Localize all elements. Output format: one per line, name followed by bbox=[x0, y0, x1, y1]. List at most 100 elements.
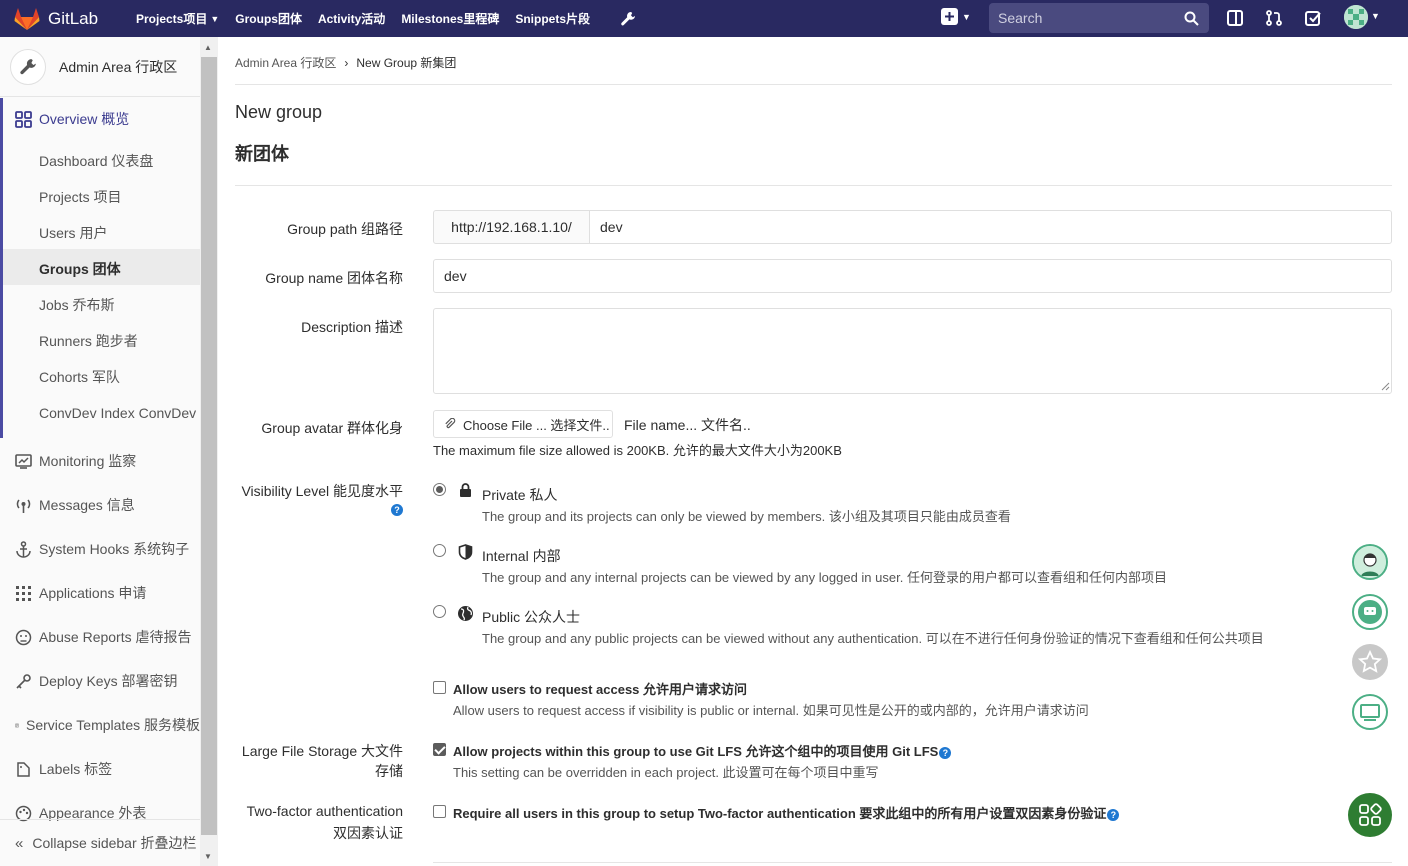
template-icon bbox=[15, 723, 19, 727]
sidebar-item-convdev[interactable]: ConvDev Index ConvDev 索引 bbox=[39, 403, 199, 423]
collapse-sidebar-button[interactable]: « Collapse sidebar 折叠边栏 bbox=[0, 819, 200, 866]
sidebar-item-runners[interactable]: Runners 跑步者 bbox=[39, 331, 138, 351]
visibility-private-radio[interactable] bbox=[433, 483, 446, 496]
help-question-icon[interactable]: ? bbox=[1107, 808, 1120, 821]
resize-handle-icon[interactable] bbox=[1380, 381, 1390, 391]
request-access-checkbox[interactable] bbox=[433, 681, 446, 694]
double-chevron-left-icon: « bbox=[15, 834, 24, 852]
sidebar-item-system-hooks[interactable]: System Hooks 系统钩子 bbox=[15, 539, 189, 559]
star-icon bbox=[1357, 649, 1383, 673]
float-chat-button[interactable] bbox=[1352, 594, 1388, 630]
new-dropdown-button[interactable]: ▼ bbox=[941, 8, 971, 25]
choose-file-button[interactable]: Choose File ... 选择文件.. bbox=[433, 410, 613, 438]
gitlab-logo[interactable]: GitLab bbox=[14, 7, 124, 31]
paperclip-icon bbox=[445, 418, 456, 429]
group-name-label: Group name 团体名称 bbox=[265, 270, 403, 286]
float-apps-button[interactable] bbox=[1348, 793, 1392, 837]
visibility-public-radio[interactable] bbox=[433, 605, 446, 618]
search-icon bbox=[1184, 11, 1199, 26]
divider bbox=[235, 185, 1392, 186]
sidebar-toggle-icon[interactable] bbox=[1226, 9, 1244, 27]
visibility-internal-label: Internal 内部 bbox=[482, 548, 561, 564]
lfs-label-line1: Large File Storage 大文件 bbox=[241, 743, 403, 759]
shield-icon bbox=[458, 544, 473, 560]
sidebar-item-groups[interactable]: Groups 团体 bbox=[39, 259, 121, 279]
labels-icon bbox=[17, 761, 30, 777]
group-path-label: Group path 组路径 bbox=[287, 221, 403, 237]
nav-activity[interactable]: Activity活动 bbox=[318, 10, 385, 27]
tfa-label-line2: 双因素认证 bbox=[333, 825, 403, 841]
group-name-input[interactable]: dev bbox=[433, 259, 1392, 293]
top-navbar: GitLab Projects项目 ▼ Groups团体 Activity活动 M… bbox=[0, 0, 1408, 37]
wrench-icon bbox=[20, 58, 36, 74]
plus-square-icon bbox=[941, 8, 958, 25]
brand-name: GitLab bbox=[48, 8, 99, 28]
visibility-internal-desc: The group and any internal projects can … bbox=[482, 570, 1167, 585]
admin-wrench-icon[interactable] bbox=[620, 11, 636, 27]
float-screen-button[interactable] bbox=[1352, 694, 1388, 730]
anchor-icon bbox=[16, 540, 31, 558]
tfa-checkbox[interactable] bbox=[433, 805, 446, 818]
sidebar-item-applications[interactable]: Applications 申请 bbox=[15, 583, 146, 603]
nav-snippets[interactable]: Snippets片段 bbox=[515, 10, 590, 27]
sidebar-item-cohorts[interactable]: Cohorts 军队 bbox=[39, 367, 120, 387]
admin-avatar bbox=[10, 48, 46, 85]
monitor-icon bbox=[15, 453, 32, 469]
todo-check-icon[interactable] bbox=[1304, 9, 1322, 27]
float-star-button[interactable] bbox=[1352, 644, 1388, 680]
sidebar-item-jobs[interactable]: Jobs 乔布斯 bbox=[39, 295, 114, 315]
group-path-prefix: http://192.168.1.10/ bbox=[433, 210, 590, 244]
user-face-icon bbox=[1354, 546, 1386, 578]
breadcrumb-admin-area[interactable]: Admin Area 行政区 bbox=[235, 54, 336, 71]
search-input[interactable]: Search bbox=[989, 3, 1209, 33]
user-avatar[interactable] bbox=[1344, 5, 1368, 29]
chat-bubble-icon bbox=[1358, 600, 1382, 624]
scroll-up-arrow-icon[interactable]: ▲ bbox=[204, 43, 212, 52]
nav-projects[interactable]: Projects项目 ▼ bbox=[136, 10, 219, 27]
screen-icon bbox=[1360, 704, 1380, 721]
sidebar-title: Admin Area 行政区 bbox=[59, 58, 178, 75]
sidebar-item-labels[interactable]: Labels 标签 bbox=[15, 759, 112, 779]
divider bbox=[433, 862, 1392, 863]
visibility-internal-radio[interactable] bbox=[433, 544, 446, 557]
lfs-label-line2: 存储 bbox=[375, 763, 403, 779]
apps-icon bbox=[1359, 803, 1382, 826]
divider bbox=[235, 84, 1392, 85]
gitlab-tanuki-icon bbox=[14, 7, 40, 30]
merge-request-icon[interactable] bbox=[1265, 9, 1283, 27]
key-icon bbox=[16, 673, 31, 689]
sidebar-item-deploy-keys[interactable]: Deploy Keys 部署密钥 bbox=[15, 671, 177, 691]
max-file-size-hint: The maximum file size allowed is 200KB. … bbox=[433, 443, 842, 458]
sidebar-item-dashboard[interactable]: Dashboard 仪表盘 bbox=[39, 151, 153, 171]
description-textarea[interactable] bbox=[433, 308, 1392, 394]
nav-milestones[interactable]: Milestones里程碑 bbox=[401, 10, 499, 27]
description-label: Description 描述 bbox=[301, 319, 403, 335]
sidebar-item-messages[interactable]: Messages 信息 bbox=[15, 495, 135, 515]
float-avatar-button[interactable] bbox=[1352, 544, 1388, 580]
visibility-public-label: Public 公众人士 bbox=[482, 609, 581, 625]
help-question-icon[interactable]: ? bbox=[939, 746, 952, 759]
chevron-right-icon: › bbox=[344, 55, 349, 70]
sidebar-item-abuse-reports[interactable]: Abuse Reports 虐待报告 bbox=[15, 627, 200, 647]
scroll-down-arrow-icon[interactable]: ▼ bbox=[204, 852, 212, 861]
sidebar-item-projects[interactable]: Projects 项目 bbox=[39, 187, 121, 207]
group-path-input[interactable]: dev bbox=[589, 210, 1392, 244]
help-question-icon[interactable]: ? bbox=[391, 504, 403, 516]
sidebar-item-users[interactable]: Users 用户 bbox=[39, 223, 107, 243]
tfa-title: Require all users in this group to setup… bbox=[453, 803, 1120, 822]
lock-icon bbox=[460, 483, 471, 497]
sidebar-item-service-templates[interactable]: Service Templates 服务模板 bbox=[15, 715, 200, 735]
abuse-face-icon bbox=[15, 629, 32, 645]
visibility-private-desc: The group and its projects can only be v… bbox=[482, 509, 1011, 524]
page-title: New group bbox=[235, 102, 323, 122]
lfs-checkbox[interactable] bbox=[433, 743, 446, 756]
group-avatar-label: Group avatar 群体化身 bbox=[261, 420, 403, 436]
breadcrumb-current[interactable]: New Group 新集团 bbox=[356, 54, 456, 71]
globe-icon bbox=[458, 606, 473, 621]
sidebar-item-overview[interactable]: Overview 概览 bbox=[15, 107, 129, 131]
chevron-down-icon: ▼ bbox=[962, 11, 971, 22]
sidebar-scrollbar-thumb[interactable] bbox=[201, 57, 217, 835]
nav-groups[interactable]: Groups团体 bbox=[235, 10, 302, 27]
sidebar-item-monitoring[interactable]: Monitoring 监察 bbox=[15, 451, 136, 471]
sidebar-header[interactable]: Admin Area 行政区 bbox=[0, 37, 200, 97]
